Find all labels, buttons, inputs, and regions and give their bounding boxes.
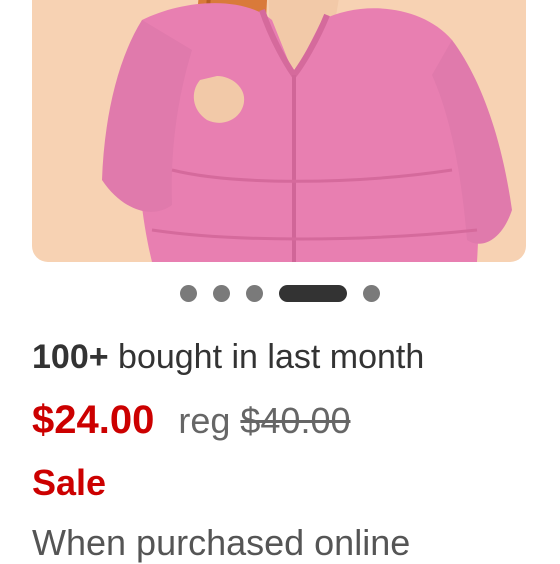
sale-price: $24.00 bbox=[32, 398, 155, 442]
bought-text: bought in last month bbox=[118, 338, 425, 376]
bought-in-last-month: 100+ bought in last month bbox=[32, 338, 424, 377]
price-row: $24.00 reg $40.00 bbox=[32, 398, 350, 443]
hoodie-illustration bbox=[102, 0, 512, 262]
reg-label: reg bbox=[178, 400, 231, 441]
carousel-dot[interactable] bbox=[363, 285, 380, 302]
carousel-dot-active[interactable] bbox=[279, 285, 347, 302]
carousel-dot[interactable] bbox=[180, 285, 197, 302]
carousel-dot[interactable] bbox=[246, 285, 263, 302]
product-image[interactable] bbox=[32, 0, 526, 262]
image-carousel-indicator bbox=[0, 285, 560, 302]
regular-price: $40.00 bbox=[240, 400, 351, 441]
sale-label: Sale bbox=[32, 462, 107, 503]
bought-count: 100+ bbox=[32, 338, 109, 376]
carousel-dot[interactable] bbox=[213, 285, 230, 302]
purchase-note: When purchased online bbox=[32, 522, 411, 563]
